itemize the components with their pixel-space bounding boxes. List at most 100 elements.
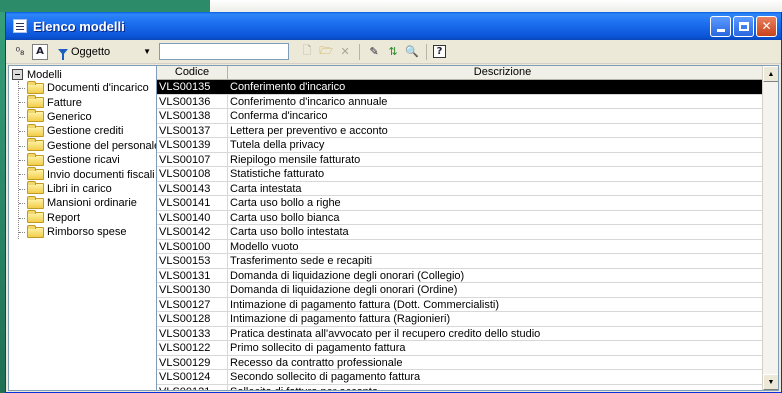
open-folder-icon[interactable]: 🗁 [318,44,334,60]
table-row[interactable]: VLS00122 Primo sollecito di pagamento fat… [157,341,762,356]
tree-item-label: Invio documenti fiscali [47,168,155,181]
cell-code: VLS00135 [157,80,228,94]
preview-icon[interactable]: 🔍 [404,44,420,60]
tree-item-label: Gestione ricavi [47,154,120,167]
cell-code: VLS00137 [157,123,228,137]
sort-alpha-icon[interactable]: A [32,43,48,60]
cell-description: Modello vuoto [230,240,299,253]
tree-item-label: Rimborso spese [47,226,127,239]
table-row[interactable]: VLS00138 Conferma d'incarico [157,109,762,124]
table-row[interactable]: VLS00129 Recesso da contratto professiona… [157,355,762,370]
scroll-track[interactable] [763,82,778,374]
tree-root-label: Modelli [27,68,62,81]
toolbar-actions: 🗋 🗁 ✕ ✎ ⇅ 🔍 ? [299,43,447,60]
table-row[interactable]: VLS00130 Domanda di liquidazione degli on… [157,283,762,298]
column-header-description[interactable]: Descrizione [228,66,778,79]
delete-icon[interactable]: ✕ [337,44,353,60]
cell-code: VLS00140 [157,210,228,224]
toolbar: ⁰₈ A Oggetto ▼ 🗋 🗁 ✕ ✎ ⇅ 🔍 ? [6,40,781,64]
tree-item[interactable]: Fatture [19,95,156,109]
tree-item-label: Mansioni ordinarie [47,197,137,210]
tree-item[interactable]: Gestione ricavi [19,152,156,167]
table-row[interactable]: VLS00137 Lettera per preventivo e acconto [157,123,762,138]
tree-item[interactable]: Documenti d'incarico [19,80,156,95]
filter-icon [58,48,68,60]
help-icon[interactable]: ? [433,45,447,58]
search-input[interactable] [159,43,290,60]
cell-description: Intimazione di pagamento fattura (Dott. … [230,298,499,311]
close-button[interactable]: ✕ [756,15,777,37]
tree-item[interactable]: Invio documenti fiscali [19,167,156,181]
toolbar-separator [426,43,428,60]
table-row[interactable]: VLS00139 Tutela della privacy [157,138,762,153]
table-row[interactable]: VLS00136 Conferimento d'incarico annuale [157,94,762,109]
new-document-icon[interactable]: 🗋 [299,44,315,60]
scroll-down-icon[interactable]: ▼ [763,374,778,390]
table-row[interactable]: VLS00133 Pratica destinata all'avvocato p… [157,326,762,341]
table-row[interactable]: VLS00141 Carta uso bollo a righe [157,196,762,211]
collapse-icon[interactable] [12,69,23,80]
models-table[interactable]: Codice Descrizione VLS00135 Conferimento … [157,65,779,391]
category-tree[interactable]: Modelli Documenti d'incarico Fatture Gener… [8,65,157,391]
table-row[interactable]: VLS00143 Carta intestata [157,181,762,196]
filter-dropdown[interactable]: Oggetto ▼ [58,46,151,60]
cell-description: Conferimento d'incarico annuale [230,95,388,108]
tree-root[interactable]: Modelli [12,68,156,81]
cell-code: VLS00139 [157,138,228,152]
cell-code: VLS00141 [157,196,228,210]
tree-item[interactable]: Rimborso spese [19,224,156,239]
folder-icon [27,210,44,224]
cell-code: VLS00121 [157,384,228,390]
cell-code: VLS00153 [157,254,228,268]
cell-code: VLS00130 [157,283,228,297]
edit-document-icon[interactable]: ✎ [366,44,382,60]
table-row[interactable]: VLS00131 Domanda di liquidazione degli on… [157,268,762,283]
table-row[interactable]: VLS00128 Intimazione di pagamento fattura… [157,312,762,327]
table-row[interactable]: VLS00142 Carta uso bollo intestata [157,225,762,240]
tree-item[interactable]: Report [19,210,156,225]
table-row[interactable]: VLS00127 Intimazione di pagamento fattura… [157,297,762,312]
table-row[interactable]: VLS00121Sollecito di fattura per acconto [157,384,762,390]
table-row[interactable]: VLS00107 Riepilogo mensile fatturato [157,152,762,167]
table-row[interactable]: VLS00140 Carta uso bollo bianca [157,210,762,225]
folder-icon [27,152,44,166]
cell-description: Domanda di liquidazione degli onorari (O… [230,284,458,296]
tree-item[interactable]: Generico [19,109,156,124]
tree-item[interactable]: Libri in carico [19,181,156,196]
window-title: Elenco modelli [33,18,125,34]
cell-code: VLS00100 [157,239,228,253]
scroll-up-icon[interactable]: ▲ [763,66,778,82]
tree-item[interactable]: Mansioni ordinarie [19,195,156,210]
table-row[interactable]: VLS00100 Modello vuoto [157,239,762,254]
tree-view-icon[interactable]: ⁰₈ [12,44,28,60]
cell-code: VLS00143 [157,181,228,195]
cell-description: Carta uso bollo a righe [230,197,341,209]
cell-description: Statistiche fatturato [230,168,325,180]
cell-description: Lettera per preventivo e acconto [230,124,388,137]
cell-code: VLS00138 [157,109,228,123]
cell-code: VLS00127 [157,297,228,311]
cell-code: VLS00124 [157,370,228,384]
cell-code: VLS00131 [157,268,228,282]
cell-code: VLS00129 [157,355,228,369]
close-icon: ✕ [761,19,772,33]
cell-description: Carta uso bollo intestata [230,226,349,238]
cell-description: Pratica destinata all'avvocato per il re… [230,327,541,340]
refresh-icon[interactable]: ⇅ [385,44,401,60]
cell-code: VLS00128 [157,312,228,326]
vertical-scrollbar[interactable]: ▲ ▼ [762,66,778,390]
maximize-icon [738,21,749,31]
table-row[interactable]: VLS00124 Secondo sollecito di pagamento f… [157,370,762,385]
table-row[interactable]: VLS00153 Trasferimento sede e recapiti [157,254,762,269]
table-row-selected[interactable]: VLS00135 Conferimento d'incarico [157,80,762,95]
tree-item[interactable]: Gestione crediti [19,123,156,138]
maximize-button[interactable] [733,15,754,37]
column-header-code[interactable]: Codice [157,66,228,79]
folder-icon [27,109,44,123]
cell-code: VLS00107 [157,152,228,166]
cell-description: Intimazione di pagamento fattura (Ragion… [230,313,451,325]
table-row[interactable]: VLS00108 Statistiche fatturato [157,167,762,182]
minimize-button[interactable] [710,15,731,37]
title-bar[interactable]: Elenco modelli ✕ [6,12,781,40]
tree-item[interactable]: Gestione del personale [19,138,156,153]
